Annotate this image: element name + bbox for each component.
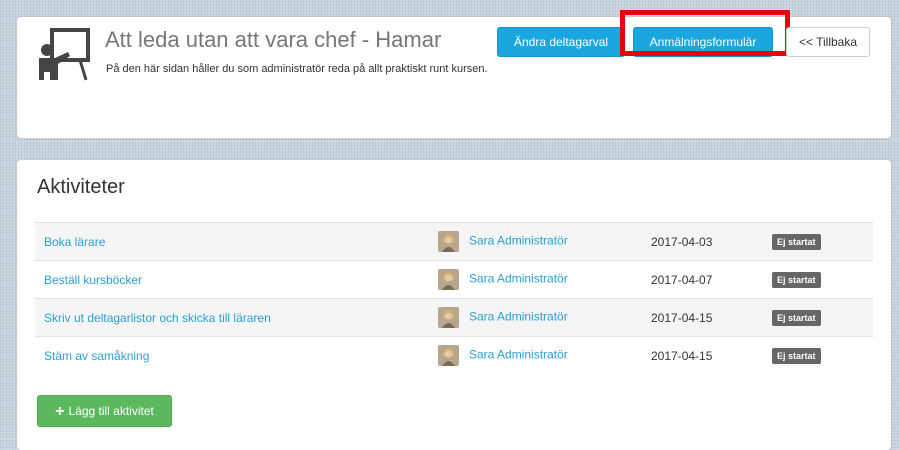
- add-activity-label: Lägg till aktivitet: [68, 404, 154, 418]
- activity-date: 2017-04-03: [651, 222, 772, 261]
- highlight-box: [620, 10, 790, 56]
- user-avatar: [438, 231, 459, 252]
- course-header-panel: Att leda utan att vara chef - Hamar På d…: [17, 10, 891, 138]
- table-row: Boka lärare Sara Administratör 2017-04-0…: [35, 222, 873, 261]
- user-link[interactable]: Sara Administratör: [469, 272, 568, 286]
- status-badge: Ej startat: [772, 347, 821, 364]
- change-participants-button[interactable]: Ändra deltagarval: [497, 27, 625, 57]
- table-row: Beställ kursböcker Sara Administratör 20…: [35, 260, 873, 299]
- user-link[interactable]: Sara Administratör: [469, 348, 568, 362]
- user-link[interactable]: Sara Administratör: [469, 310, 568, 324]
- activity-date: 2017-04-15: [651, 298, 772, 337]
- presentation-teacher-icon: [39, 28, 90, 81]
- section-title: Aktiviteter: [37, 176, 125, 198]
- activity-link[interactable]: Beställ kursböcker: [44, 273, 142, 287]
- page-title: Att leda utan att vara chef - Hamar: [105, 27, 442, 52]
- page-subtitle: På den här sidan håller du som administr…: [106, 63, 488, 75]
- user-avatar: [438, 345, 459, 367]
- activities-table: Boka lärare Sara Administratör 2017-04-0…: [35, 222, 873, 375]
- user-avatar: [438, 307, 459, 328]
- activity-link[interactable]: Skriv ut deltagarlistor och skicka till …: [44, 311, 271, 325]
- activity-link[interactable]: Boka lärare: [44, 235, 105, 249]
- status-badge: Ej startat: [772, 271, 821, 288]
- status-badge: Ej startat: [772, 233, 821, 250]
- add-activity-button[interactable]: + Lägg till aktivitet: [37, 395, 172, 427]
- activity-date: 2017-04-07: [651, 260, 772, 299]
- activities-panel: Aktiviteter Boka lärare Sara Administrat…: [17, 160, 891, 450]
- status-badge: Ej startat: [772, 309, 821, 326]
- back-button[interactable]: << Tillbaka: [786, 27, 870, 57]
- user-avatar: [438, 269, 459, 290]
- table-row: Stäm av samåkning Sara Administratör 201…: [35, 336, 873, 375]
- table-row: Skriv ut deltagarlistor och skicka till …: [35, 298, 873, 337]
- plus-icon: +: [55, 403, 65, 420]
- user-link[interactable]: Sara Administratör: [469, 234, 568, 248]
- activity-date: 2017-04-15: [651, 336, 772, 375]
- activity-link[interactable]: Stäm av samåkning: [44, 349, 149, 363]
